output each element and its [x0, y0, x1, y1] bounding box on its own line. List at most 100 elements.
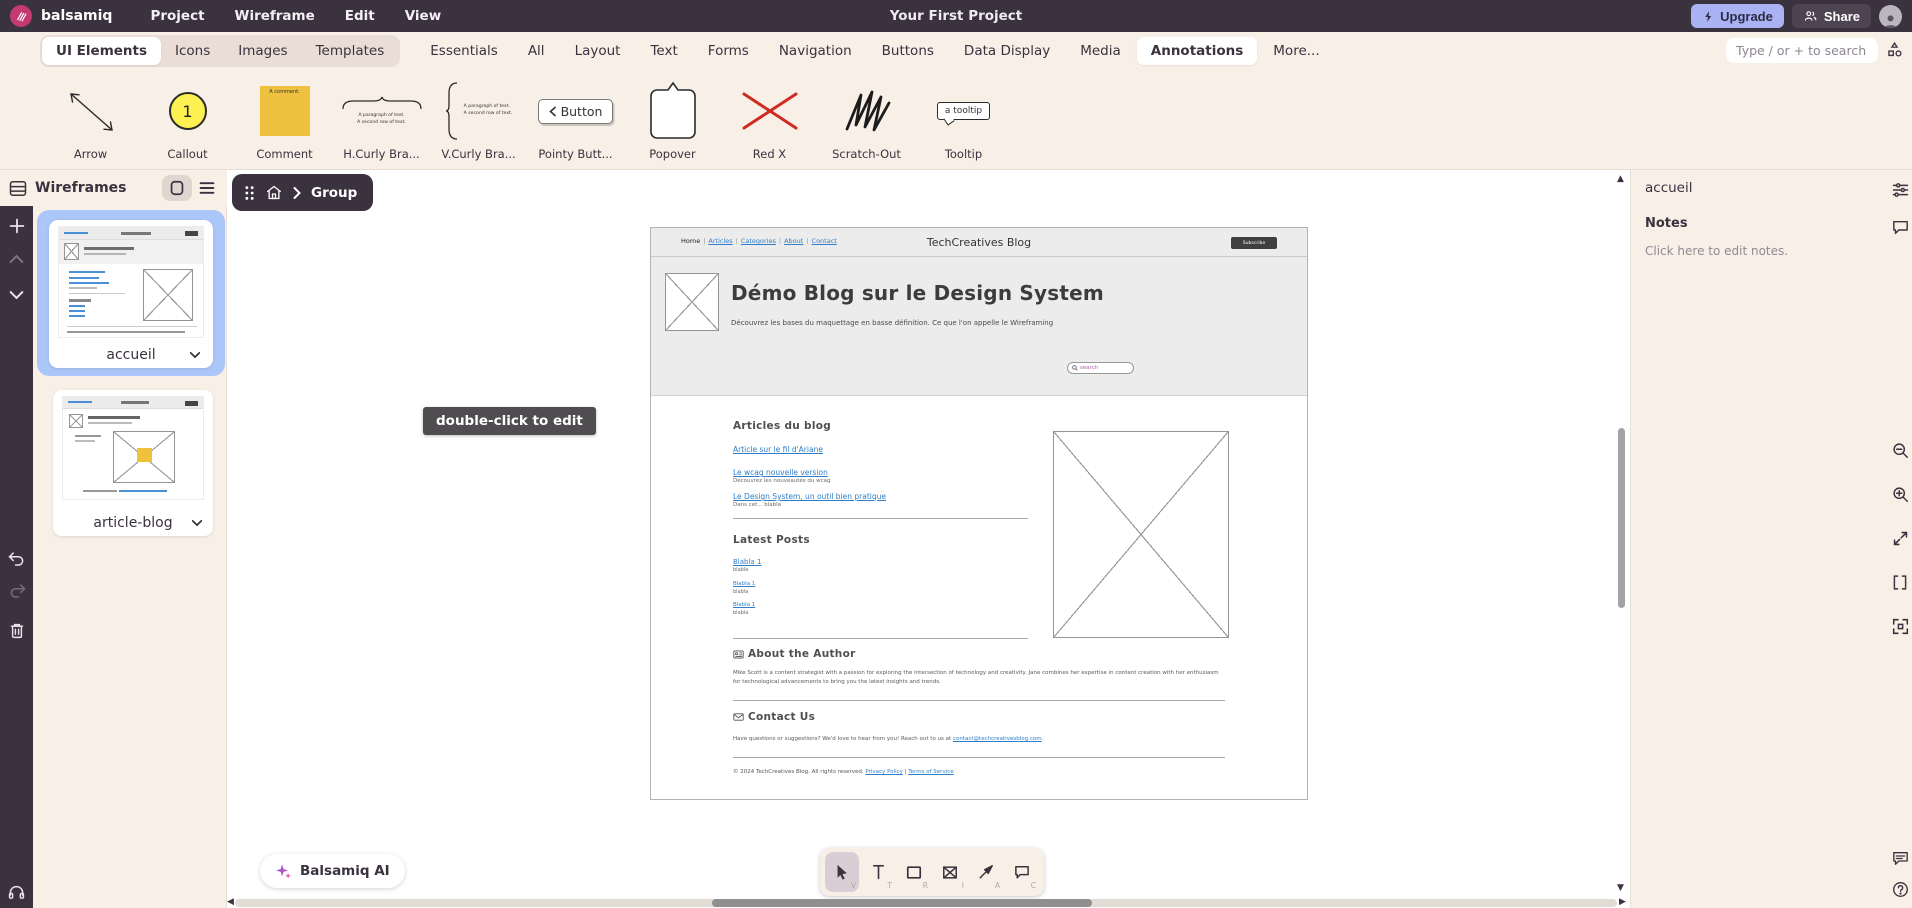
- palette-item-hcurly[interactable]: A paragraph of text.A second row of text…: [333, 70, 430, 169]
- palette-item-comment[interactable]: A comment: Comment: [236, 70, 333, 169]
- share-button[interactable]: Share: [1792, 4, 1871, 28]
- wf-privacy-link[interactable]: Privacy Policy: [865, 769, 902, 775]
- fit-to-screen-icon[interactable]: [1888, 530, 1912, 547]
- vertical-scrollbar[interactable]: [1618, 428, 1625, 608]
- menu-view[interactable]: View: [405, 8, 441, 24]
- text-tool[interactable]: T: [861, 852, 895, 892]
- wf-footer[interactable]: © 2024 TechCreatives Blog. All rights re…: [733, 769, 954, 775]
- wf-article-link[interactable]: Article sur le fil d'Ariane: [733, 445, 823, 454]
- list-view-button[interactable]: [192, 175, 222, 201]
- wf-site-title[interactable]: TechCreatives Blog: [651, 236, 1307, 249]
- select-tool[interactable]: V: [825, 852, 859, 892]
- add-page-icon[interactable]: [0, 218, 33, 234]
- wf-terms-link[interactable]: Terms of Service: [908, 769, 953, 775]
- wireframe-page[interactable]: Home | Articles | Categories | About | C…: [650, 227, 1308, 800]
- palette-item-tooltip[interactable]: a tooltip Tooltip: [915, 70, 1012, 169]
- tab-media[interactable]: Media: [1066, 37, 1135, 65]
- tab-ui-elements[interactable]: UI Elements: [42, 37, 161, 65]
- palette-item-popover[interactable]: Popover: [624, 70, 721, 169]
- upgrade-button[interactable]: Upgrade: [1691, 4, 1784, 28]
- tab-data-display[interactable]: Data Display: [950, 37, 1064, 65]
- wf-search-box[interactable]: search: [1067, 362, 1134, 374]
- scroll-right-arrow[interactable]: ▶: [1619, 898, 1626, 907]
- tab-essentials[interactable]: Essentials: [416, 37, 512, 65]
- wf-post-link[interactable]: Blabla 1: [733, 581, 755, 587]
- tab-layout[interactable]: Layout: [561, 37, 635, 65]
- tab-text[interactable]: Text: [636, 37, 691, 65]
- tab-images[interactable]: Images: [224, 37, 301, 65]
- search-input[interactable]: [1726, 38, 1878, 63]
- tab-buttons[interactable]: Buttons: [868, 37, 948, 65]
- redo-icon[interactable]: [0, 583, 33, 599]
- palette-item-pointy-button[interactable]: Button Pointy Butt...: [527, 70, 624, 169]
- rectangle-tool[interactable]: R: [897, 852, 931, 892]
- wf-hero-subtitle[interactable]: Découvrez les bases du maquettage en bas…: [731, 319, 1053, 327]
- wf-hero-image-placeholder[interactable]: [665, 273, 719, 331]
- actual-size-brackets-icon[interactable]: [1888, 574, 1912, 591]
- scroll-up-arrow[interactable]: ▲: [1617, 175, 1624, 184]
- image-tool[interactable]: I: [933, 852, 967, 892]
- wf-post-desc[interactable]: blabla: [733, 610, 748, 616]
- wf-latest-heading[interactable]: Latest Posts: [733, 534, 810, 546]
- undo-icon[interactable]: [0, 551, 33, 567]
- user-avatar[interactable]: [1879, 5, 1902, 28]
- palette-item-callout[interactable]: 1 Callout: [139, 70, 236, 169]
- wf-contact-text[interactable]: Have questions or suggestions? We'd love…: [733, 735, 1225, 744]
- editor-canvas[interactable]: Group double-click to edit Home | Articl…: [227, 170, 1630, 908]
- wf-featured-image-placeholder[interactable]: [1053, 431, 1229, 638]
- palette-item-red-x[interactable]: Red X: [721, 70, 818, 169]
- tab-annotations[interactable]: Annotations: [1137, 37, 1258, 65]
- wf-about-text[interactable]: Mike Scott is a content strategist with …: [733, 669, 1225, 686]
- wf-post-link[interactable]: Blabla 1: [733, 602, 755, 608]
- help-icon[interactable]: [1888, 881, 1912, 898]
- tab-more[interactable]: More...: [1259, 37, 1333, 65]
- properties-sliders-icon[interactable]: [1888, 182, 1912, 198]
- menu-wireframe[interactable]: Wireframe: [235, 8, 315, 24]
- thumbnail-view-button[interactable]: [162, 175, 192, 201]
- wf-hero-title[interactable]: Démo Blog sur le Design System: [731, 281, 1104, 305]
- tab-all[interactable]: All: [514, 37, 559, 65]
- ui-library-icon[interactable]: [1885, 40, 1904, 59]
- support-headphones-icon[interactable]: [0, 884, 33, 900]
- wf-subscribe-button[interactable]: Subscribe: [1231, 237, 1277, 249]
- wf-divider[interactable]: [733, 757, 1225, 758]
- wf-about-heading[interactable]: About the Author: [733, 648, 856, 660]
- arrow-tool[interactable]: A: [969, 852, 1003, 892]
- palette-item-vcurly[interactable]: A paragraph of text.A second row of text…: [430, 70, 527, 169]
- scroll-down-arrow[interactable]: ▼: [1617, 884, 1624, 893]
- zoom-out-icon[interactable]: [1888, 442, 1912, 459]
- zoom-in-icon[interactable]: [1888, 486, 1912, 503]
- wf-article-desc[interactable]: Dans cet... blabla: [733, 502, 781, 508]
- balsamiq-logo-icon[interactable]: [10, 5, 32, 27]
- home-icon[interactable]: [265, 184, 283, 201]
- wf-divider[interactable]: [733, 518, 1028, 519]
- breadcrumb-group-label[interactable]: Group: [311, 185, 357, 201]
- horizontal-scrollbar[interactable]: [712, 899, 1092, 907]
- palette-item-arrow[interactable]: Arrow: [42, 70, 139, 169]
- balsamiq-ai-button[interactable]: Balsamiq AI: [260, 854, 405, 888]
- wf-contact-heading[interactable]: Contact Us: [733, 711, 815, 723]
- wf-hero-section[interactable]: Démo Blog sur le Design System Découvrez…: [651, 257, 1307, 396]
- wf-articles-heading[interactable]: Articles du blog: [733, 420, 831, 432]
- page-menu-chevron-icon[interactable]: [189, 351, 201, 359]
- page-menu-chevron-icon[interactable]: [191, 519, 203, 527]
- wf-navbar[interactable]: Home | Articles | Categories | About | C…: [651, 228, 1307, 257]
- delete-page-icon[interactable]: [0, 622, 33, 640]
- feedback-comment-icon[interactable]: [1888, 851, 1912, 866]
- comments-panel-icon[interactable]: [1888, 220, 1912, 235]
- tab-navigation[interactable]: Navigation: [765, 37, 866, 65]
- move-page-down-icon[interactable]: [0, 290, 33, 300]
- tab-forms[interactable]: Forms: [694, 37, 763, 65]
- page-thumbnail-accueil[interactable]: accueil: [49, 220, 213, 368]
- move-page-up-icon[interactable]: [0, 254, 33, 264]
- scroll-left-arrow[interactable]: ◀: [227, 898, 234, 907]
- menu-project[interactable]: Project: [150, 8, 204, 24]
- menu-edit[interactable]: Edit: [345, 8, 375, 24]
- drag-handle-icon[interactable]: [244, 185, 255, 201]
- wf-post-desc[interactable]: blabla: [733, 567, 748, 573]
- wf-article-link[interactable]: Le Design System, un outil bien pratique: [733, 492, 886, 501]
- zoom-to-selection-icon[interactable]: [1888, 618, 1912, 635]
- tab-icons[interactable]: Icons: [161, 37, 224, 65]
- wf-article-desc[interactable]: Découvrez les nouveautés du wcag: [733, 478, 831, 484]
- notes-edit-hint[interactable]: Click here to edit notes.: [1645, 244, 1788, 258]
